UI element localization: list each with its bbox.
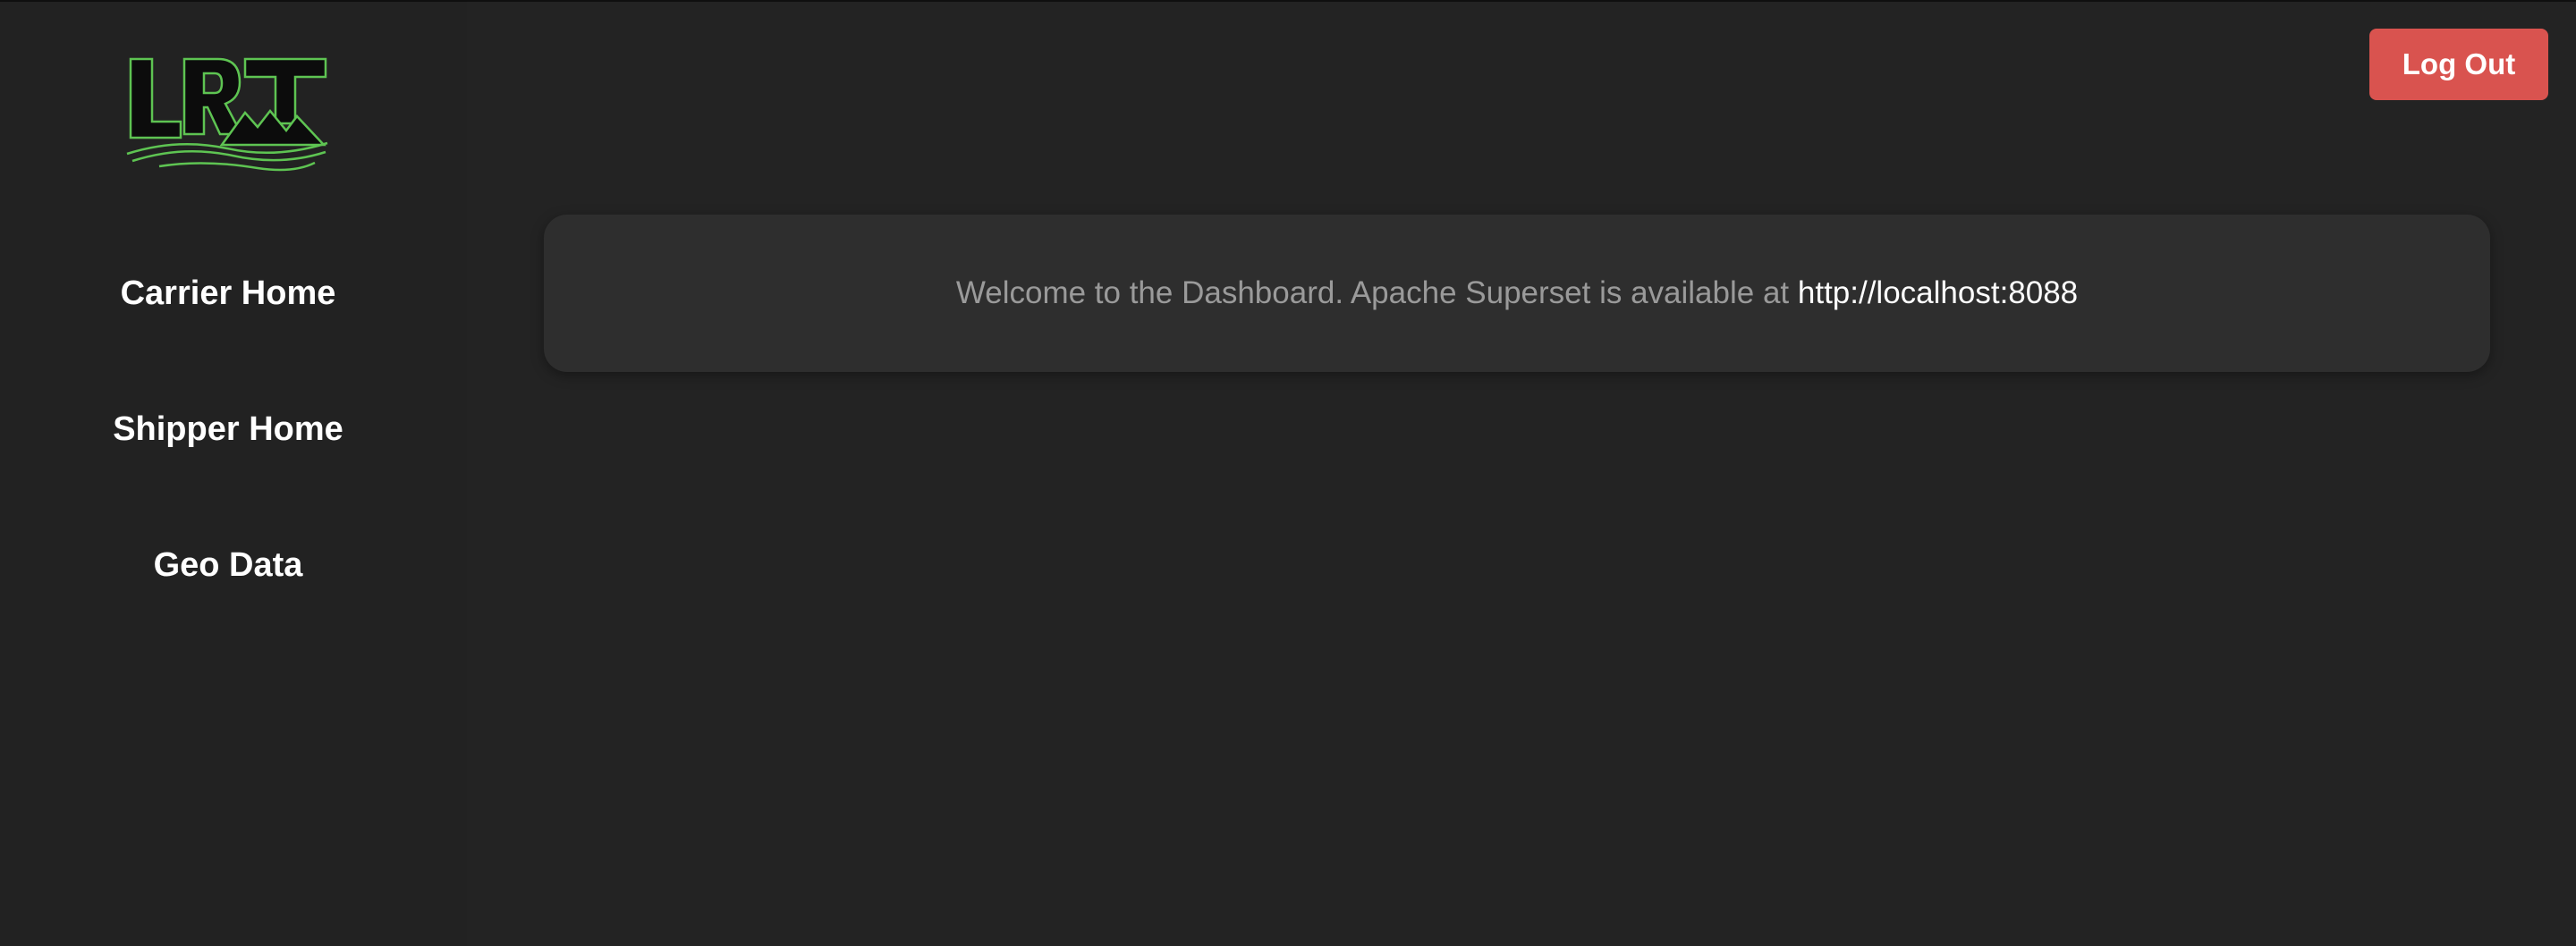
sidebar-item-shipper-home[interactable]: Shipper Home <box>0 410 456 449</box>
welcome-card: Welcome to the Dashboard. Apache Superse… <box>544 215 2490 372</box>
lrt-logo <box>126 57 328 172</box>
superset-link[interactable]: http://localhost:8088 <box>1798 275 2078 310</box>
sidebar: Carrier Home Shipper Home Geo Data <box>0 2 467 946</box>
welcome-message: Welcome to the Dashboard. Apache Superse… <box>956 275 2078 311</box>
sidebar-item-carrier-home[interactable]: Carrier Home <box>0 275 456 313</box>
logout-button[interactable]: Log Out <box>2369 29 2548 100</box>
main-content <box>467 2 2576 946</box>
sidebar-item-geo-data[interactable]: Geo Data <box>0 546 456 585</box>
welcome-message-text: Welcome to the Dashboard. Apache Superse… <box>955 275 1798 310</box>
